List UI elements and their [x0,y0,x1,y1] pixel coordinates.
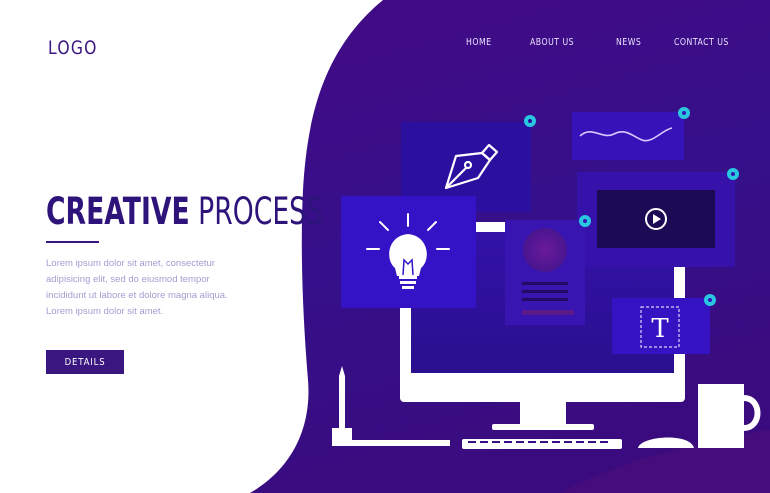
hero-title: CREATIVE PROCESS [46,192,323,232]
nav-about-us-link[interactable]: ABOUT US [530,37,574,48]
nav-news-link[interactable]: NEWS [616,37,641,48]
details-button-label: DETAILS [64,356,106,368]
nav-home-link[interactable]: HOME [466,37,492,48]
title-underline [46,241,99,243]
text-tool-icon: T [651,314,669,344]
details-button[interactable]: DETAILS [46,350,124,374]
lightbulb-card [341,196,476,308]
keyboard-icon [462,439,622,449]
video-card [577,168,739,267]
wave-card [572,107,690,160]
nav-contact-us-link[interactable]: CONTACT US [674,37,729,48]
drawing-tablet [350,440,450,446]
hero-title-strong: CREATIVE [46,190,190,233]
document-card [505,215,591,325]
main-nav: HOME ABOUT US NEWS CONTACT US [0,37,770,51]
hero-title-light: PROCESS [189,190,323,233]
landing-page: T LOGO HOME ABOUT US NEWS CONTACT US CRE… [0,0,770,493]
text-tool-card: T [612,294,716,354]
hero-illustration: T [250,0,770,493]
hero-description: Lorem ipsum dolor sit amet, consectetur … [46,258,228,317]
